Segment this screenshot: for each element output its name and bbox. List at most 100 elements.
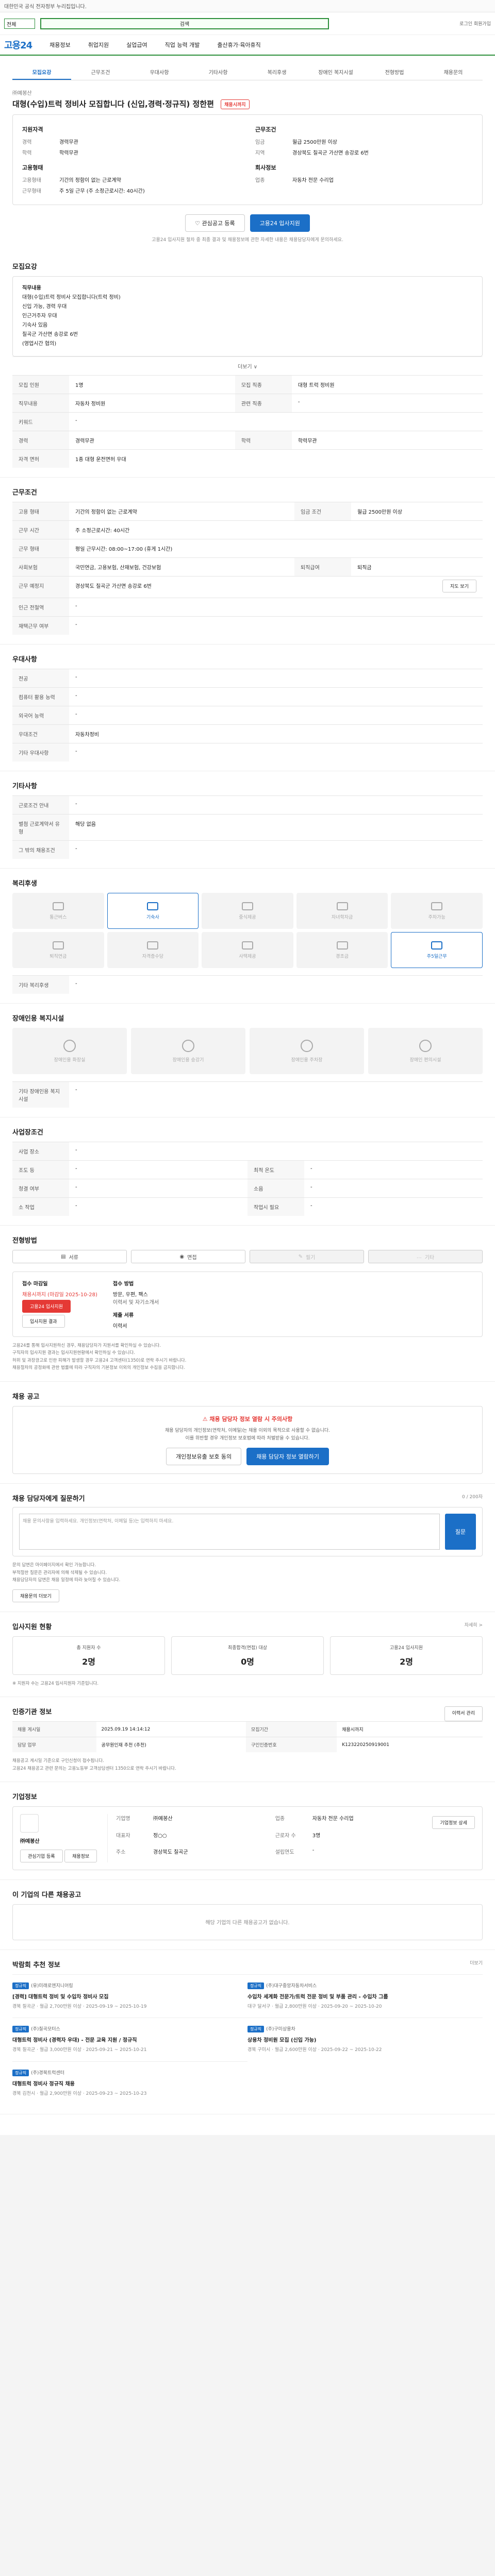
job-card-tag: 정규직 [248, 2026, 265, 2033]
site-logo[interactable]: 고용24 [4, 38, 32, 52]
resume-manage-button[interactable]: 이력서 관리 [444, 1706, 483, 1722]
table-label: 임금 조건 [294, 502, 352, 521]
table-label: 조도 등 [12, 1160, 69, 1179]
parking-icon [301, 1039, 313, 1052]
tab-conditions[interactable]: 근무조건 [71, 65, 130, 80]
job-card-title: 수입차 세계화 전문가/트럭 전문 정비 및 부품 관리 - 수입차 그룹 [248, 1994, 388, 2000]
map-button[interactable]: 지도 보기 [442, 580, 476, 592]
job-card[interactable]: 정규직 (유)미래로엔지니어링 [경력] 대형트럭 정비 및 수입차 정비사 모집… [12, 1974, 248, 2018]
table-value: - [69, 412, 483, 431]
gnb-item-leave[interactable]: 출산휴가·육아휴직 [217, 41, 260, 49]
company-name[interactable]: ㈜예봉산 [12, 89, 483, 96]
table-value: - [69, 743, 483, 761]
others-title: 이 기업의 다른 채용공고 [12, 1891, 81, 1899]
welfare-label: 자격증수당 [142, 954, 164, 959]
table-row: 직무내용 자동차 정비원 관련 직종 - [12, 394, 483, 413]
job-card-tag: 정규직 [248, 1982, 265, 1989]
tab-preference[interactable]: 우대사항 [130, 65, 189, 80]
apply-result-button[interactable]: 입사지원 결과 [22, 1315, 65, 1328]
table-value: 경상북도 칠곡군 가산면 송강로 6번 지도 보기 [69, 576, 483, 598]
summary-label: 학력 [22, 150, 32, 156]
company-jobs-button[interactable]: 채용정보 [64, 1849, 97, 1862]
table-row: 외국어 능력 - [12, 706, 483, 725]
search-input[interactable]: 검색 [40, 18, 329, 29]
table-label: 키워드 [12, 412, 69, 431]
period-header: 인증기관 정보 이력서 관리 [12, 1706, 483, 1722]
gnb-item-support[interactable]: 취업지원 [88, 41, 109, 49]
company-info-label: 근로자 수 [275, 1833, 296, 1839]
gov-notice-text: 대한민국 공식 전자정부 누리집입니다. [4, 4, 87, 10]
stats-detail-link[interactable]: 자세히 > [465, 1621, 483, 1636]
certificate-icon [147, 941, 159, 950]
disability-label: 장애인용 승강기 [172, 1057, 204, 1063]
company-detail-button[interactable]: 기업정보 상세 [432, 1816, 475, 1829]
company-follow-button[interactable]: 관심기업 등록 [20, 1849, 63, 1862]
recommend-more-link[interactable]: 더보기 [470, 1959, 483, 1974]
apply-docs-title: 접수 방법 [112, 1281, 134, 1287]
others-empty: 해당 기업의 다른 채용공고가 없습니다. [12, 1904, 483, 1940]
tab-inquiry[interactable]: 채용문의 [424, 65, 483, 80]
company-info-label: 업종 [275, 1816, 285, 1822]
apply-deadline-title: 접수 마감일 [22, 1281, 48, 1287]
apply-online-button[interactable]: 고용24 입사지원 [22, 1300, 71, 1313]
inquiry-submit-button[interactable]: 질문 [445, 1514, 476, 1550]
table-label: 모집기간 [245, 1721, 337, 1737]
gnb-item-jobs[interactable]: 채용정보 [50, 41, 70, 49]
table-label: 사업 장소 [12, 1142, 69, 1161]
view-contact-button[interactable]: 채용 담당자 정보 열람하기 [246, 1448, 329, 1466]
inquiry-textarea[interactable]: 채용 문의사항을 입력하세요. 개인정보(연락처, 이메일 등)는 입력하지 마… [19, 1514, 440, 1550]
tab-disability[interactable]: 장애인 복지시설 [306, 65, 365, 80]
table-value: - [69, 669, 483, 688]
conditions-title: 근무조건 [12, 489, 37, 497]
gnb-item-training[interactable]: 직업 능력 개발 [165, 41, 200, 49]
inquiry-box: 채용 문의사항을 입력하세요. 개인정보(연락처, 이메일 등)는 입력하지 마… [12, 1507, 483, 1557]
gnb-item-benefit[interactable]: 실업급여 [126, 41, 147, 49]
table-value: 학력무관 [291, 431, 483, 450]
table-label: 담당 업무 [12, 1737, 96, 1753]
apply-button[interactable]: 고용24 입사지원 [250, 214, 310, 232]
table-row: 모집 인원 1명 모집 직종 대형 트럭 정비원 [12, 375, 483, 394]
table-value: - [69, 1197, 248, 1216]
table-row: 우대조건 자동차정비 [12, 724, 483, 743]
tab-selection[interactable]: 전형방법 [365, 65, 424, 80]
welfare-item-housing: 사택제공 [202, 932, 293, 968]
conditions-table: 고용 형태 기간의 정함이 없는 근로계약 임금 조건 월급 2500만원 이상 근무… [12, 502, 483, 635]
disability-item-toilet: 장애인용 화장실 [12, 1028, 127, 1074]
table-row: 조도 등 - 최적 온도 - [12, 1160, 483, 1179]
report-title: 채용 공고 [12, 1393, 40, 1401]
table-row: 사회보험 국민연금, 고용보험, 산재보험, 건강보험 퇴직급여 퇴직금 [12, 557, 483, 577]
recommend-title: 박람회 추천 정보 [12, 1961, 60, 1969]
job-card[interactable]: 정규직 (주)구미상용차 상용차 정비원 모집 (신입 가능) 경북 구미시 · … [248, 2018, 483, 2061]
tab-etc[interactable]: 기타사항 [189, 65, 248, 80]
inquiry-more-button[interactable]: 채용문의 더보기 [12, 1589, 59, 1602]
tab-welfare[interactable]: 복리후생 [248, 65, 306, 80]
job-card[interactable]: 정규직 (주)대구중앙자동차서비스 수입차 세계화 전문가/트럭 전문 정비 및 … [248, 1974, 483, 2018]
apply-fax-title: 제출 서류 [112, 1313, 134, 1318]
company-info-label: 주소 [116, 1850, 126, 1856]
disability-title: 장애인용 복지시설 [12, 1015, 64, 1023]
note-item: 고용24를 통해 입사지원하신 경우, 채용담당자가 지원서를 확인하실 수 있… [12, 1343, 161, 1348]
search-row: 전체 검색 로그인 회원가입 [0, 12, 495, 35]
welfare-item-meal: 중식제공 [202, 893, 293, 929]
job-card[interactable]: 정규직 (주)경북트럭센터 대형트럭 정비사 정규직 채용 경북 김천시 · 월급… [12, 2061, 248, 2105]
stat-value: 2명 [82, 1656, 95, 1667]
method-document: ▤ 서류 [12, 1250, 127, 1263]
privacy-agree-button[interactable]: 개인정보유출 보호 동의 [166, 1448, 242, 1466]
gov-notice-bar: 대한민국 공식 전자정부 누리집입니다. [0, 0, 495, 12]
stats-header: 입사지원 현황 자세히 > [12, 1621, 483, 1636]
job-card[interactable]: 정규직 (주)칠곡모터스 대형트럭 정비사 (경력자 우대) - 전문 교육 지원… [12, 2018, 248, 2061]
scrap-button[interactable]: ♡ 관심공고 등록 [185, 214, 245, 232]
recruit-more-toggle[interactable]: 더보기 ∨ [12, 357, 483, 375]
table-label: 우대조건 [12, 724, 69, 743]
search-category-select[interactable]: 전체 [4, 18, 35, 29]
recruit-title: 모집요강 [12, 263, 37, 271]
etc-title: 기타사항 [12, 783, 37, 790]
elevator-icon [182, 1039, 194, 1052]
summary-right: 근무조건 임금 월급 2500만원 이상 지역 경상북도 칠곡군 가산면 송강로 6… [255, 122, 473, 197]
inquiry-header: 채용 담당자에게 질문하기 0 / 200자 [12, 1493, 483, 1503]
auth-links[interactable]: 로그인 회원가입 [459, 20, 491, 27]
gift-icon [336, 941, 348, 950]
tab-recruit[interactable]: 모집요강 [12, 65, 71, 80]
apply-docs-extra: 이력서 및 자기소개서 [112, 1300, 159, 1306]
table-label: 경력 [12, 431, 69, 450]
